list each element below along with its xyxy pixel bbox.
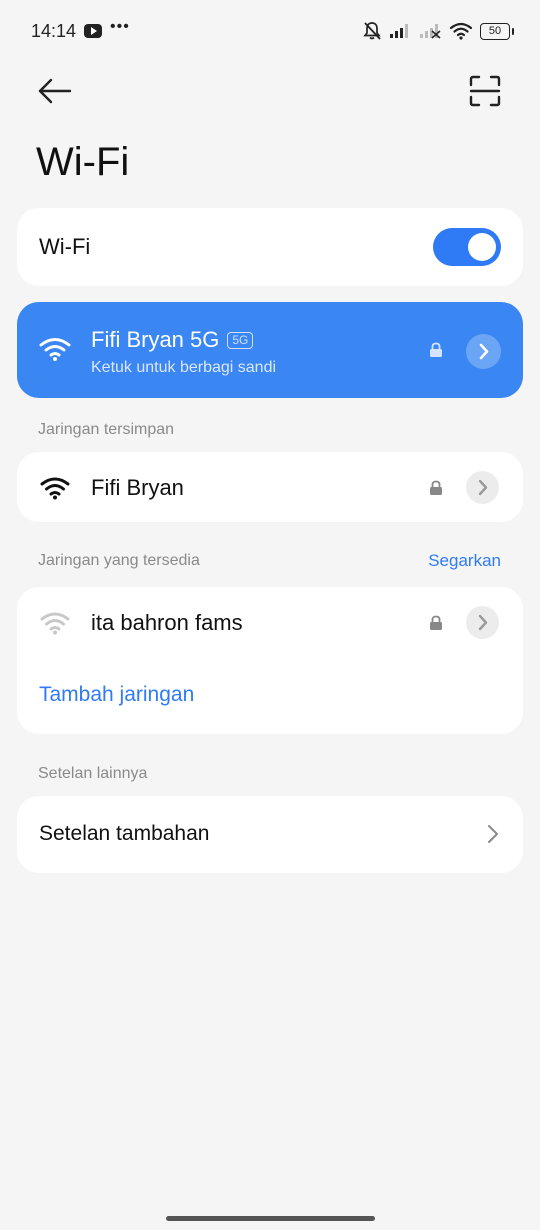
signal-icon [390, 24, 408, 38]
chevron-right-icon [478, 479, 488, 496]
wifi-icon [39, 338, 71, 361]
toggle-knob [468, 233, 496, 261]
available-networks-heading: Jaringan yang tersedia [38, 552, 200, 569]
band-badge: 5G [227, 332, 254, 349]
more-notifications-icon: ••• [110, 18, 130, 35]
wifi-toggle-label: Wi-Fi [39, 234, 91, 259]
additional-settings-item[interactable]: Setelan tambahan [17, 796, 523, 873]
connected-network-name: Fifi Bryan 5G 5G [91, 327, 254, 353]
network-row[interactable]: ita bahron fams [17, 587, 523, 657]
battery-icon: 50 [480, 22, 514, 40]
chevron-right-icon [479, 343, 489, 360]
wifi-weak-icon [40, 612, 70, 635]
network-row[interactable]: Fifi Bryan [17, 452, 523, 522]
network-details-button[interactable] [466, 471, 499, 504]
status-time: 14:14 [31, 21, 77, 41]
scan-button[interactable] [468, 74, 502, 108]
add-network-button[interactable]: Tambah jaringan [39, 683, 194, 707]
available-networks-card: ita bahron fams Tambah jaringan [17, 587, 523, 734]
chevron-right-icon [478, 614, 488, 631]
back-button[interactable] [36, 74, 74, 108]
saved-networks-card: Fifi Bryan [17, 452, 523, 522]
wifi-toggle-card: Wi-Fi [17, 208, 523, 286]
status-icons: 50 [362, 20, 514, 42]
lock-icon [430, 615, 442, 630]
saved-networks-heading: Jaringan tersimpan [38, 421, 175, 438]
status-bar: 14:14 ••• 50 [0, 0, 540, 62]
wifi-icon [40, 477, 70, 500]
additional-settings-label: Setelan tambahan [39, 822, 210, 845]
network-name: ita bahron fams [91, 610, 243, 635]
home-indicator[interactable] [166, 1216, 375, 1221]
chevron-right-icon [488, 825, 498, 843]
bell-off-icon [363, 22, 381, 40]
page-title: Wi-Fi [36, 140, 130, 184]
connected-network-label: Fifi Bryan 5G [91, 327, 220, 352]
connected-network-details-button[interactable] [466, 334, 501, 369]
scan-qr-icon [469, 75, 501, 107]
network-name: Fifi Bryan [91, 475, 184, 500]
wifi-toggle[interactable] [433, 228, 501, 266]
more-settings-heading: Setelan lainnya [38, 765, 148, 782]
refresh-button[interactable]: Segarkan [428, 551, 501, 571]
lock-icon [430, 342, 442, 357]
lock-icon [430, 480, 442, 495]
youtube-icon [84, 24, 102, 38]
connected-network-card[interactable]: Fifi Bryan 5G 5G Ketuk untuk berbagi sand… [17, 302, 523, 398]
signal-no-service-icon [420, 24, 441, 39]
connected-network-subtitle: Ketuk untuk berbagi sandi [91, 359, 277, 376]
arrow-left-icon [38, 78, 72, 104]
network-details-button[interactable] [466, 606, 499, 639]
wifi-icon [450, 22, 472, 40]
